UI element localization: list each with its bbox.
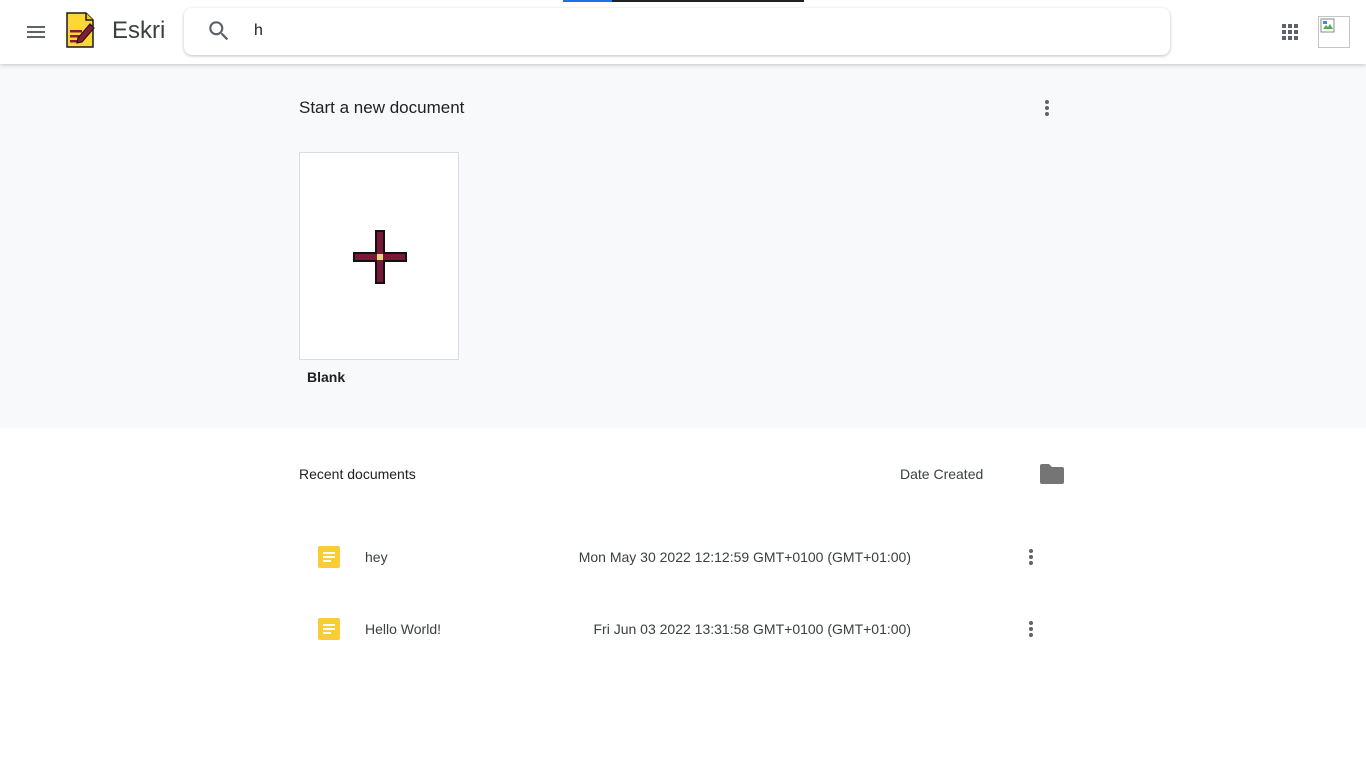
loading-progress-track [612, 0, 804, 2]
document-date: Mon May 30 2022 12:12:59 GMT+0100 (GMT+0… [578, 549, 911, 565]
document-row[interactable]: hey Mon May 30 2022 12:12:59 GMT+0100 (G… [299, 529, 1059, 585]
document-date: Fri Jun 03 2022 13:31:58 GMT+0100 (GMT+0… [593, 621, 911, 637]
blank-template-label: Blank [307, 369, 346, 385]
section-title-new-document: Start a new document [299, 98, 465, 117]
apps-grid-icon[interactable] [1278, 20, 1302, 44]
document-icon [317, 545, 341, 569]
search-icon[interactable] [206, 18, 232, 44]
document-row[interactable]: Hello World! Fri Jun 03 2022 13:31:58 GM… [299, 601, 1059, 657]
new-document-section [0, 64, 1366, 428]
avatar[interactable] [1318, 16, 1350, 48]
broken-image-icon [1320, 18, 1335, 33]
sort-date-created-button[interactable]: Date Created [900, 466, 983, 482]
blank-template-card[interactable] [299, 152, 459, 360]
document-more-vert-icon[interactable] [1021, 619, 1041, 639]
more-vert-icon[interactable] [1037, 98, 1057, 118]
search-input[interactable] [254, 16, 1134, 46]
folder-icon[interactable] [1038, 462, 1066, 486]
document-title: Hello World! [365, 621, 441, 637]
document-more-vert-icon[interactable] [1021, 547, 1041, 567]
document-icon [317, 617, 341, 641]
loading-progress-bar [563, 0, 612, 2]
plus-icon [353, 230, 407, 284]
section-title-recent-documents: Recent documents [299, 466, 416, 482]
app-name[interactable]: Eskri [112, 17, 165, 45]
notepad-pencil-logo-icon [64, 10, 96, 50]
hamburger-menu-icon[interactable] [24, 20, 48, 44]
document-title: hey [365, 549, 388, 565]
top-app-bar: Eskri [0, 0, 1366, 64]
